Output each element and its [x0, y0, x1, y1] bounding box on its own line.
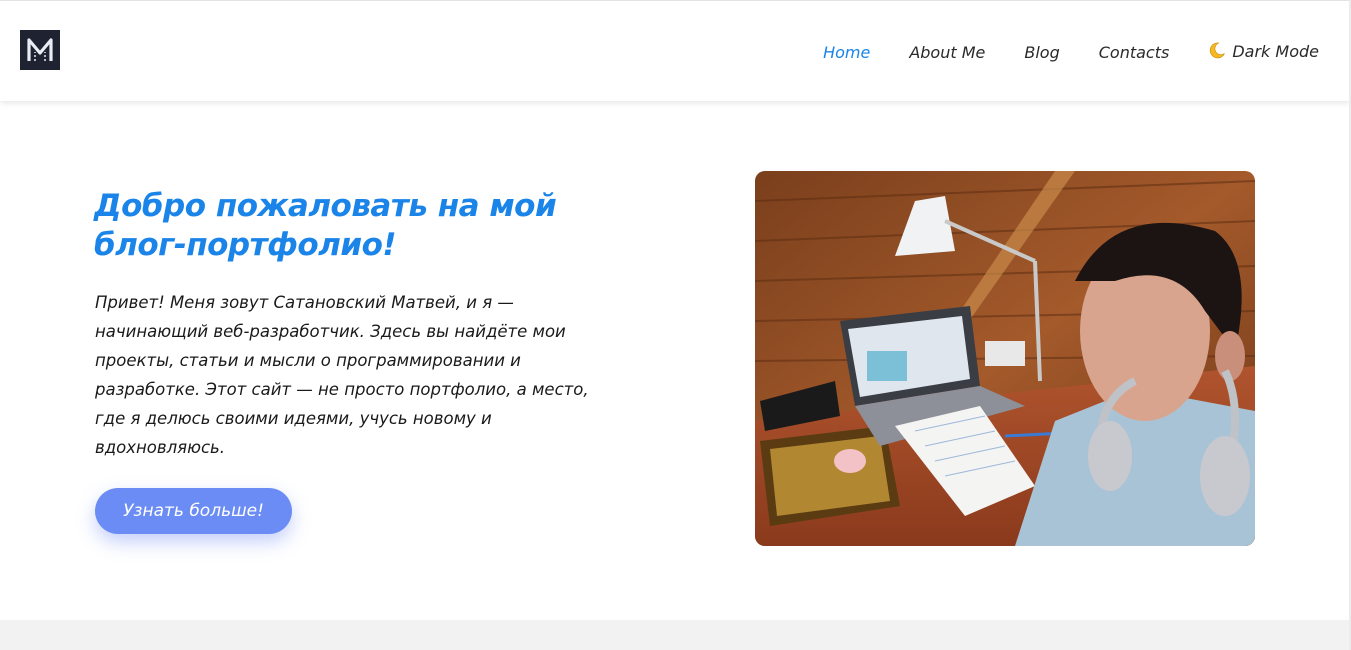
moon-icon: [1208, 41, 1226, 63]
main-nav: Home About Me Blog Contacts Dark Mode: [823, 41, 1319, 63]
hero-photo: [755, 171, 1255, 546]
hero-description: Привет! Меня зовут Сатановский Матвей, и…: [95, 293, 589, 457]
dark-mode-label: Dark Mode: [1232, 42, 1319, 61]
nav-contacts[interactable]: Contacts: [1099, 43, 1170, 62]
learn-more-button[interactable]: Узнать больше!: [95, 488, 292, 534]
nav-blog[interactable]: Blog: [1024, 43, 1059, 62]
site-logo[interactable]: [20, 30, 60, 70]
nav-about-me[interactable]: About Me: [909, 43, 985, 62]
hero-title: Добро пожаловать на мой блог-портфолио!: [94, 188, 557, 263]
logo-m-icon: [20, 30, 60, 70]
nav-home[interactable]: Home: [823, 43, 870, 62]
footer-strip: [0, 620, 1351, 650]
site-header: Home About Me Blog Contacts Dark Mode: [0, 0, 1351, 101]
dark-mode-toggle[interactable]: Dark Mode: [1208, 41, 1319, 63]
